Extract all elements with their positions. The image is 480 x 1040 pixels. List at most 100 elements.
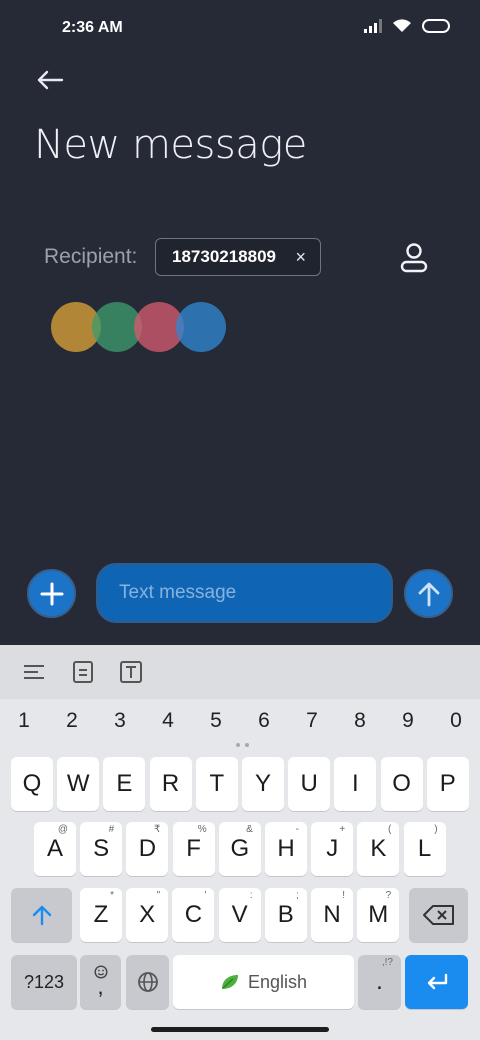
- key-label: W: [66, 770, 90, 797]
- status-time: 2:36 AM: [62, 19, 123, 36]
- key-label: Z: [93, 901, 109, 928]
- letter-key[interactable]: & G: [218, 822, 261, 876]
- text-format-icon[interactable]: [22, 660, 46, 684]
- leaf-icon: [221, 975, 238, 989]
- key-hint: #: [108, 824, 115, 835]
- key-label: Q: [22, 770, 42, 797]
- key-label: M: [368, 901, 389, 928]
- letter-key[interactable]: + J: [311, 822, 354, 876]
- period-key[interactable]: ,!? .: [358, 955, 401, 1009]
- send-button[interactable]: [404, 569, 453, 618]
- letter-key[interactable]: % F: [172, 822, 215, 876]
- key-label: L: [417, 835, 432, 862]
- number-key[interactable]: 5: [196, 709, 236, 733]
- key-hint: %: [197, 824, 207, 835]
- clipboard-icon[interactable]: [71, 660, 95, 684]
- letter-key[interactable]: E: [103, 757, 146, 811]
- comma-label: ,: [97, 974, 104, 999]
- keyboard-toolbar: [0, 645, 480, 699]
- number-key[interactable]: 4: [148, 709, 188, 733]
- letter-key[interactable]: ? M: [357, 888, 400, 942]
- navigation-handle[interactable]: [151, 1027, 329, 1032]
- key-label: A: [46, 835, 63, 862]
- letter-key[interactable]: Q: [11, 757, 53, 811]
- contacts-button[interactable]: [396, 240, 432, 276]
- number-key[interactable]: 3: [100, 709, 140, 733]
- key-label: I: [352, 770, 359, 797]
- letter-key[interactable]: ₹ D: [126, 822, 169, 876]
- key-label: B: [277, 901, 294, 928]
- number-key[interactable]: 0: [436, 709, 476, 733]
- letter-key[interactable]: :V: [218, 888, 261, 942]
- key-label: N: [323, 901, 341, 928]
- letter-key[interactable]: R: [149, 757, 192, 811]
- number-key[interactable]: 2: [52, 709, 92, 733]
- letter-key[interactable]: Y: [242, 757, 284, 811]
- letter-key[interactable]: ) L: [403, 822, 446, 876]
- key-label: T: [209, 770, 225, 797]
- letter-key[interactable]: I: [334, 757, 377, 811]
- period-label: .: [376, 968, 383, 995]
- number-row: 1234567890: [0, 709, 480, 739]
- shift-key[interactable]: [11, 888, 72, 942]
- number-key[interactable]: 1: [4, 709, 44, 733]
- number-key[interactable]: 6: [244, 709, 284, 733]
- letter-key[interactable]: (K: [357, 822, 400, 876]
- language-key[interactable]: [126, 955, 169, 1009]
- symbols-key[interactable]: ?123: [11, 955, 77, 1009]
- key-label: G: [230, 835, 250, 862]
- letter-key[interactable]: U: [288, 757, 331, 811]
- letter-key[interactable]: @ A: [34, 822, 76, 876]
- person-icon: [400, 243, 428, 273]
- page-title: New message: [34, 122, 307, 168]
- backspace-key[interactable]: [409, 888, 468, 942]
- globe-icon: [137, 972, 158, 992]
- avatar-circle-blue: [176, 302, 226, 352]
- status-bar: 2:36 AM: [0, 0, 480, 56]
- key-hint: :: [249, 890, 253, 901]
- text-style-icon[interactable]: [119, 660, 143, 684]
- key-hint: +: [339, 824, 346, 835]
- key-label: U: [300, 770, 318, 797]
- attach-button[interactable]: [27, 569, 76, 618]
- letter-key[interactable]: ' C: [172, 888, 215, 942]
- recipient-chip[interactable]: 18730218809 ×: [155, 238, 321, 276]
- letter-key[interactable]: O: [380, 757, 423, 811]
- recipient-chip-number: 18730218809: [172, 247, 277, 266]
- period-hint: ,!?: [381, 957, 393, 968]
- message-input[interactable]: Text message: [96, 563, 393, 623]
- arrow-up-icon: [32, 905, 51, 926]
- letter-key[interactable]: W: [57, 757, 100, 811]
- chip-remove-button[interactable]: ×: [295, 247, 306, 268]
- letter-key[interactable]: T: [195, 757, 238, 811]
- key-label: Y: [254, 770, 271, 797]
- emoji-comma-key[interactable]: ,: [80, 955, 121, 1009]
- key-label: X: [139, 901, 156, 928]
- status-icons: [364, 18, 450, 33]
- letter-key[interactable]: " X: [126, 888, 169, 942]
- key-label: S: [93, 835, 110, 862]
- key-label: F: [186, 835, 201, 862]
- letter-key[interactable]: ! N: [311, 888, 353, 942]
- key-hint: ': [204, 890, 207, 901]
- arrow-up-icon: [418, 582, 439, 606]
- letter-key[interactable]: ; B: [264, 888, 307, 942]
- key-hint: ": [156, 890, 161, 901]
- back-button[interactable]: [34, 64, 66, 96]
- signal-icon: [364, 18, 382, 33]
- number-key[interactable]: 8: [340, 709, 380, 733]
- number-key[interactable]: 7: [292, 709, 332, 733]
- key-label: C: [184, 901, 203, 928]
- space-key[interactable]: English: [173, 955, 354, 1009]
- number-key[interactable]: 9: [388, 709, 428, 733]
- letter-key[interactable]: -H: [265, 822, 307, 876]
- letter-key[interactable]: # S: [80, 822, 123, 876]
- enter-icon: [427, 973, 447, 990]
- letter-key[interactable]: * Z: [80, 888, 122, 942]
- space-label: English: [247, 971, 308, 992]
- enter-key[interactable]: [405, 955, 468, 1009]
- key-hint: ?: [385, 890, 392, 901]
- key-hint: (: [388, 824, 392, 835]
- arrow-left-icon: [37, 70, 64, 90]
- letter-key[interactable]: P: [426, 757, 469, 811]
